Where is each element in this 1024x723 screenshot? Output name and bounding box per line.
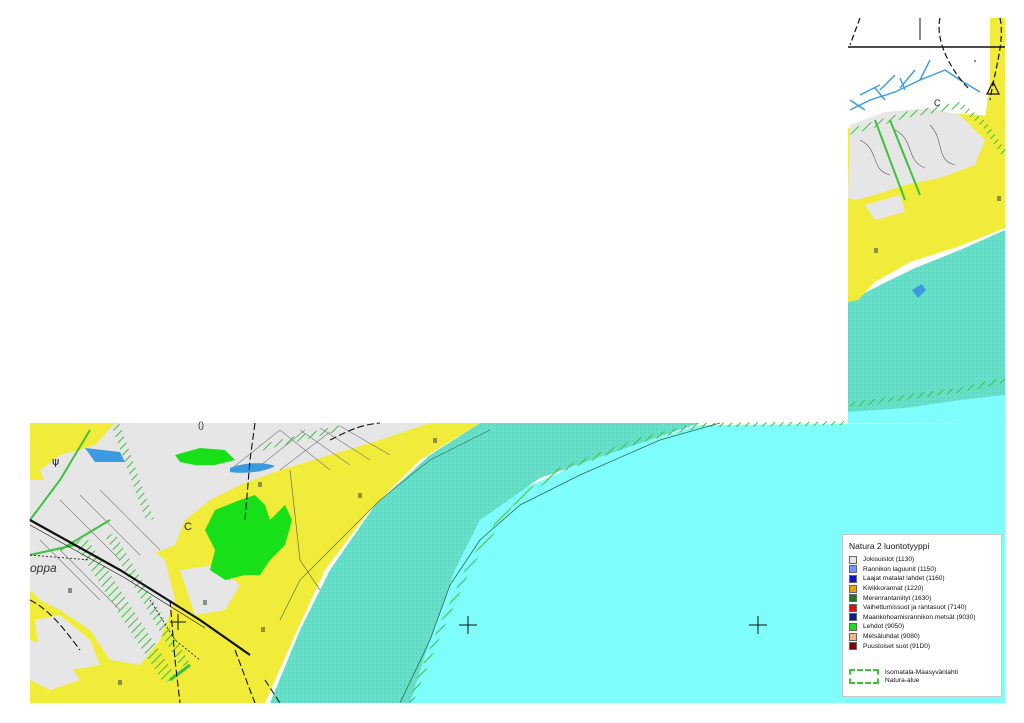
legend-item: Metsäluhdat (9080) [849,632,976,642]
legend-item-label: Vaihettumissuot ja rantasuot (7140) [863,604,967,612]
legend-swatch [849,565,857,574]
legend-swatch [849,642,857,651]
legend-swatch [849,555,857,564]
legend-area-entry: Isomatala-Maasyvänlahti Natura-alue [849,669,958,685]
top-right-strip: C [848,17,1008,423]
legend-item-label: Lehdot (9050) [863,623,905,631]
legend-item: Rannikon laguunit (1150) [849,565,976,575]
legend-swatch [849,584,857,593]
map-label-c-top: C [934,98,941,108]
legend-item-label: Jokisuistot (1130) [863,556,915,564]
legend-item-label: Rannikon laguunit (1150) [863,565,937,573]
legend-item: Merenrantaniityt (1630) [849,593,976,603]
legend-item: Jokisuistot (1130) [849,555,976,565]
place-name-label: oppa [30,561,57,575]
legend-swatch [849,622,857,631]
wetland-symbol-icon: ψ [52,455,59,468]
legend-title: Natura 2 luontotyyppi [849,541,930,551]
legend-item: Vaihettumissuot ja rantasuot (7140) [849,603,976,613]
legend-swatch [849,603,857,612]
legend-area-name: Isomatala-Maasyvänlahti [885,669,958,676]
legend-swatch [849,574,857,583]
legend-item-label: Laajat matalat lahdet (1160) [863,575,945,583]
map-legend: Natura 2 luontotyyppi Jokisuistot (1130)… [842,534,1002,697]
legend-item: Laajat matalat lahdet (1160) [849,574,976,584]
legend-swatch [849,613,857,622]
legend-item-label: Metsäluhdat (9080) [863,633,920,641]
legend-list: Jokisuistot (1130) Rannikon laguunit (115… [849,555,976,651]
legend-item-label: Puustoiset suot (91D0) [863,642,931,650]
legend-item-label: Maankohoamisrannikon metsät (9030) [863,613,976,621]
legend-item: Maankohoamisrannikon metsät (9030) [849,613,976,623]
legend-item-label: Merenrantaniityt (1630) [863,594,932,602]
natura-area-swatch [849,669,879,684]
map-label-c-main: C [184,521,192,533]
legend-swatch [849,594,857,603]
legend-area-type: Natura-alue [885,677,920,684]
map-label-paren: () [198,420,204,430]
legend-item-label: Kivikkorannat (1220) [863,585,924,593]
legend-item: Puustoiset suot (91D0) [849,641,976,651]
legend-item: Kivikkorannat (1220) [849,584,976,594]
legend-item: Lehdot (9050) [849,622,976,632]
legend-swatch [849,632,857,641]
